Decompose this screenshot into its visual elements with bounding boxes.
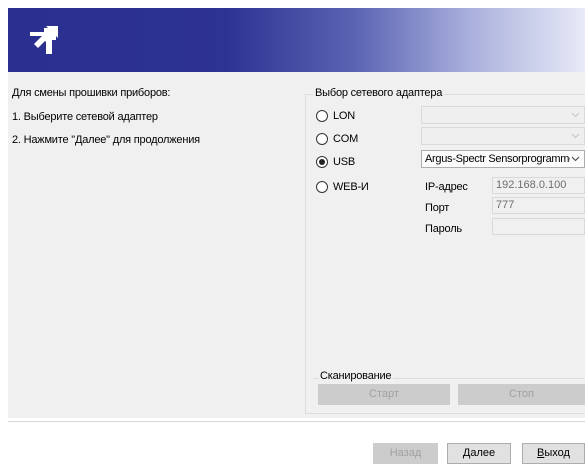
com-adapter-combo xyxy=(421,127,585,145)
scan-title: Сканирование xyxy=(318,370,394,382)
chevron-down-icon xyxy=(571,133,580,139)
radio-lon-label: LON xyxy=(333,110,356,122)
port-label: Порт xyxy=(425,202,450,214)
next-button[interactable]: Далее xyxy=(447,443,511,464)
lon-adapter-combo xyxy=(421,106,585,124)
chevron-down-icon xyxy=(571,156,580,162)
instructions-heading: Для смены прошивки приборов: xyxy=(12,87,171,99)
chevron-down-icon xyxy=(571,112,580,118)
usb-adapter-value: Argus-Spectr Sensorprogrammer s xyxy=(425,153,570,165)
radio-lon[interactable] xyxy=(316,110,328,122)
radio-usb[interactable] xyxy=(316,156,328,168)
usb-adapter-combo[interactable]: Argus-Spectr Sensorprogrammer s xyxy=(421,150,585,168)
instruction-step-2: 2. Нажмите "Далее" для продолжения xyxy=(12,134,200,146)
port-value: 777 xyxy=(496,199,515,211)
password-label: Пароль xyxy=(425,223,462,235)
radio-com-label: COM xyxy=(333,133,359,145)
header-banner xyxy=(8,8,585,72)
radio-web[interactable] xyxy=(316,181,328,193)
back-button[interactable]: Назад xyxy=(373,443,438,464)
radio-com[interactable] xyxy=(316,133,328,145)
scan-start-button[interactable]: Старт xyxy=(318,384,450,405)
exit-button[interactable]: Выход xyxy=(522,443,585,464)
arrow-burst-logo-icon xyxy=(30,26,58,54)
ip-address-value: 192.168.0.100 xyxy=(496,179,567,191)
adapter-groupbox-title: Выбор сетевого адаптера xyxy=(313,87,445,99)
exit-button-label: ыход xyxy=(544,447,570,459)
port-field[interactable]: 777 xyxy=(492,197,585,214)
footer-separator xyxy=(8,421,585,422)
radio-web-label: WEB-И xyxy=(333,181,369,193)
instruction-step-1: 1. Выберите сетевой адаптер xyxy=(12,111,158,123)
ip-address-field[interactable]: 192.168.0.100 xyxy=(492,177,585,194)
radio-usb-label: USB xyxy=(333,156,356,168)
password-field[interactable] xyxy=(492,218,585,235)
scan-stop-button[interactable]: Стоп xyxy=(458,384,585,405)
ip-address-label: IP-адрес xyxy=(425,181,468,193)
